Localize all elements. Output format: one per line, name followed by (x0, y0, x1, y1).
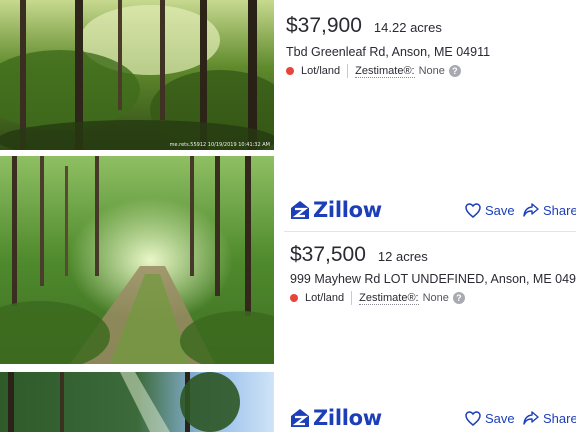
listing-card[interactable]: Zillow Save Share $37,500 12 acres 999 Ma… (0, 156, 576, 366)
zestimate-label[interactable]: Zestimate®: (355, 65, 415, 78)
zillow-logo[interactable]: Zillow (290, 197, 382, 223)
listing-photo[interactable]: me.rets.55912 10/19/2019 10:41:32 AM (0, 0, 274, 150)
brand-name: Zillow (313, 406, 382, 430)
price-value: $37,900 (286, 14, 362, 37)
listing-card[interactable]: Zillow Save Share (0, 372, 576, 432)
lot-size: 14.22 acres (373, 20, 442, 35)
zillow-logo-icon (291, 409, 309, 427)
zestimate-value: None (418, 65, 445, 77)
property-type: Lot/land (305, 292, 345, 304)
listing-photo[interactable] (0, 156, 274, 364)
share-icon (523, 203, 539, 217)
zillow-logo[interactable]: Zillow (290, 405, 382, 431)
brand-row: Zillow Save Share (290, 197, 576, 223)
status-dot-icon (286, 67, 294, 75)
heart-icon (465, 202, 481, 218)
share-button[interactable]: Share (523, 408, 576, 428)
help-icon[interactable]: ? (448, 65, 461, 77)
brand-name: Zillow (313, 198, 382, 222)
save-label: Save (485, 202, 515, 218)
zestimate-value: None (422, 292, 449, 304)
brand-row: Zillow Save Share (290, 405, 576, 431)
listing-address[interactable]: Tbd Greenleaf Rd, Anson, ME 04911 (286, 45, 490, 59)
price-value: $37,500 (290, 243, 366, 266)
zillow-logo-icon (291, 201, 309, 219)
save-button[interactable]: Save (465, 408, 515, 428)
zestimate-label[interactable]: Zestimate®: (359, 292, 419, 305)
share-label: Share (543, 202, 576, 218)
help-icon[interactable]: ? (452, 292, 465, 304)
listing-price: $37,500 12 acres (290, 243, 428, 267)
meta-divider (347, 64, 349, 78)
save-button[interactable]: Save (465, 200, 515, 220)
card-divider (284, 231, 576, 232)
listing-price: $37,900 14.22 acres (286, 14, 442, 38)
share-icon (523, 411, 539, 425)
listing-meta: Lot/land Zestimate®: None ? (286, 64, 461, 78)
photo-stamp: me.rets.55912 10/19/2019 10:41:32 AM (169, 142, 270, 148)
listing-card[interactable]: me.rets.55912 10/19/2019 10:41:32 AM $37… (0, 0, 576, 150)
listing-photo[interactable] (0, 372, 274, 432)
save-label: Save (485, 410, 515, 426)
status-dot-icon (290, 294, 298, 302)
meta-divider (351, 291, 353, 305)
share-label: Share (543, 410, 576, 426)
listing-meta: Lot/land Zestimate®: None ? (290, 291, 465, 305)
share-button[interactable]: Share (523, 200, 576, 220)
lot-size: 12 acres (377, 249, 428, 264)
heart-icon (465, 410, 481, 426)
listing-address[interactable]: 999 Mayhew Rd LOT UNDEFINED, Anson, ME 0… (290, 272, 576, 286)
property-type: Lot/land (301, 65, 341, 77)
